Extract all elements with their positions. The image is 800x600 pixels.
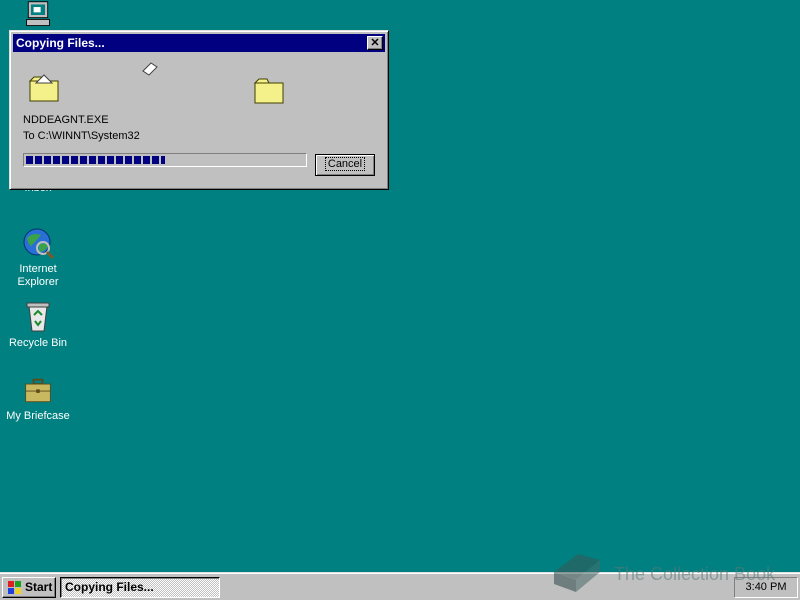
- dialog-title-bar[interactable]: Copying Files... ✕: [13, 34, 385, 52]
- cancel-button[interactable]: Cancel: [315, 154, 375, 176]
- desktop-icon-my-computer[interactable]: [0, 0, 76, 33]
- source-folder-icon: [28, 74, 59, 102]
- file-name: NDDEAGNT.EXE: [23, 114, 109, 126]
- desktop-icon-internet-explorer[interactable]: Internet Explorer: [0, 226, 76, 289]
- windows-logo-icon: [8, 581, 21, 594]
- internet-explorer-icon: [23, 228, 55, 260]
- ie-label-text: Internet Explorer: [17, 263, 59, 288]
- progress-fill: [26, 156, 165, 164]
- recycle-bin-icon: [26, 302, 50, 332]
- taskbar-task-copying-files[interactable]: Copying Files...: [60, 577, 220, 598]
- briefcase-icon: [25, 378, 51, 403]
- desktop-icon-label: Recycle Bin: [8, 337, 68, 349]
- watermark-text: The Collection Book: [614, 564, 776, 584]
- desktop-icon-my-briefcase[interactable]: My Briefcase: [0, 377, 76, 423]
- flying-document-icon: [142, 62, 158, 76]
- cancel-label: Cancel: [324, 157, 366, 171]
- destination-folder-icon: [253, 78, 284, 104]
- task-label: Copying Files...: [65, 580, 154, 594]
- desktop-icon-label: My Briefcase: [6, 410, 70, 422]
- dialog-title: Copying Files...: [16, 36, 105, 50]
- book-icon: [554, 554, 600, 592]
- destination-path: To C:\WINNT\System32: [23, 130, 140, 142]
- watermark: The Collection Book: [548, 550, 788, 596]
- start-button[interactable]: Start: [2, 577, 56, 598]
- computer-icon: [26, 1, 50, 27]
- progress-bar: [23, 153, 307, 167]
- copying-files-dialog: Copying Files... ✕ NDDEAGNT.EXE To C:\WI…: [9, 30, 389, 190]
- desktop-icon-recycle-bin[interactable]: Recycle Bin: [0, 300, 76, 350]
- desktop-icon-label: Internet Explorer: [0, 263, 76, 289]
- close-icon: ✕: [370, 37, 380, 49]
- start-label: Start: [25, 580, 53, 594]
- close-button[interactable]: ✕: [367, 36, 383, 50]
